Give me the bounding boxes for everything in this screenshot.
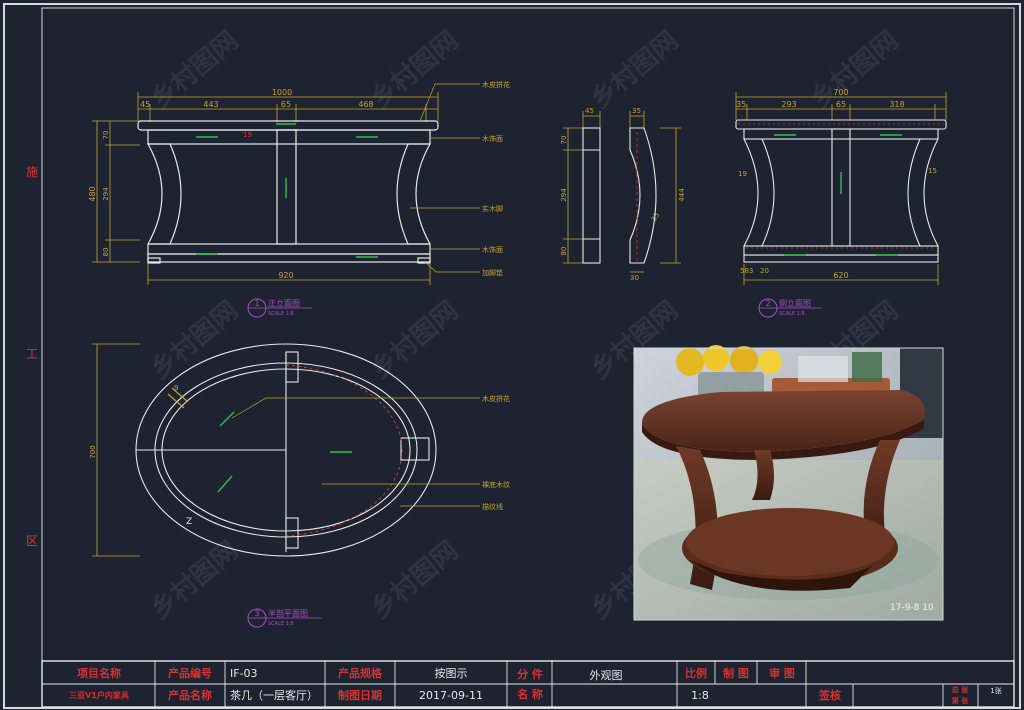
side-margin-labels: 施 工 区 [26, 165, 38, 548]
tb-spec-value: 按图示 [435, 666, 468, 680]
watermark-text: 乡村图网 [365, 26, 464, 116]
tb-spec-label: 产品规格 [338, 666, 383, 680]
front-dim-left-span: 443 [203, 100, 218, 109]
section-detail-view: 45 35 70 294 80 444 30 35 [560, 107, 686, 282]
tb-product-name-label: 产品名称 [168, 688, 212, 702]
plan-view-number: 3 [254, 609, 259, 618]
section-dim-mid: 294 [560, 188, 568, 202]
tb-part-label-2: 名 称 [517, 687, 543, 701]
tb-scale-value: 1:8 [691, 689, 709, 702]
side-view-title: 侧立面图 [779, 298, 811, 308]
tb-sign-label: 签核 [818, 688, 841, 702]
side-view-number: 2 [765, 299, 770, 308]
front-dim-top-band: 70 [102, 131, 110, 140]
front-elevation-view: 1000 45 443 65 468 480 70 294 80 19 920 … [88, 80, 510, 318]
photo-timestamp: 17-9-8 10 [890, 603, 934, 613]
tb-part-value: 外观图 [590, 669, 623, 682]
side-label-2: 工 [26, 347, 38, 361]
front-note-foot-pad: 加脚垫 [482, 268, 503, 277]
tb-project-name-value: 三亚V1户内家具 [69, 690, 129, 700]
watermark-text: 乡村图网 [365, 536, 464, 626]
side-dim-center: 65 [836, 100, 846, 109]
side-dim-total-width: 700 [833, 88, 848, 97]
watermark-text: 乡村图网 [145, 536, 244, 626]
tb-sheet-label-2: 第 张 [952, 696, 969, 705]
tb-product-name-value: 茶几（一层客厅） [230, 688, 318, 702]
front-note-solid-leg: 实木脚 [482, 204, 503, 213]
front-dim-total-width: 1000 [272, 88, 292, 97]
front-note-veneer: 木皮拼花 [482, 80, 510, 89]
front-dim-center: 65 [281, 100, 291, 109]
watermark-text: 乡村图网 [585, 26, 684, 116]
plan-note-grain: 裸底木纹 [482, 480, 510, 489]
side-dim-bottom-a: 583 [740, 267, 753, 275]
section-dim-right: 444 [678, 188, 686, 202]
tb-sheet-label-1: 总 张 [952, 685, 969, 694]
watermark-text: 乡村图网 [365, 296, 464, 386]
plan-note-line: 描纹线 [482, 502, 503, 511]
tb-date-value: 2017-09-11 [419, 689, 483, 702]
front-view-title: 正立面图 [268, 298, 300, 308]
front-view-scale: SCALE 1:8 [268, 311, 294, 317]
tb-product-code-value: IF-03 [230, 667, 258, 680]
plan-corner-mark: Z [186, 517, 192, 527]
side-label-1: 施 [26, 165, 38, 179]
front-dim-right-span: 468 [358, 100, 373, 109]
title-block: 项目名称 三亚V1户内家具 产品编号 IF-03 产品名称 茶几（一层客厅） 产… [41, 660, 1015, 708]
plan-view-title: 半剖平面图 [268, 608, 308, 618]
plan-dim-height: 700 [89, 445, 97, 458]
front-dim-bottom-band: 80 [102, 248, 110, 257]
tb-date-label: 制图日期 [338, 688, 382, 702]
front-dim-height: 480 [88, 186, 97, 201]
watermark-text: 乡村图网 [145, 26, 244, 116]
front-dim-edge: 45 [140, 100, 150, 109]
tb-part-label-1: 分 件 [517, 667, 543, 681]
section-dim-a: 45 [585, 107, 594, 115]
front-view-number: 1 [254, 299, 259, 308]
tb-drawn-label: 制 图 [723, 666, 749, 680]
side-dim-left-span: 293 [781, 100, 796, 109]
product-photo: 17-9-8 10 [633, 345, 944, 621]
cad-drawing-sheet: 施 工 区 乡村图网 乡村图网 乡村图网 乡村图网 乡村图网 乡村图网 乡村图网… [3, 3, 1021, 709]
side-dim-edge: 35 [736, 100, 746, 109]
front-dim-leg: 294 [102, 187, 110, 201]
side-dim-right-offset: 15 [928, 167, 937, 175]
section-dim-low: 80 [560, 247, 568, 256]
side-dim-left-offset: 19 [738, 170, 747, 178]
side-dim-bottom-b: 20 [760, 267, 769, 275]
side-dim-bottom-total: 620 [833, 271, 848, 280]
tb-scale-label: 比例 [685, 666, 707, 680]
side-elevation-view: 700 35 293 65 318 19 15 583 20 620 2 侧立面… [735, 88, 947, 318]
plan-view: 700 9 Z 木皮拼花 裸底木纹 描纹线 3 半剖平面图 SCALE 1:8 [89, 343, 510, 628]
plan-note-veneer: 木皮拼花 [482, 394, 510, 403]
tb-project-name-label: 项目名称 [77, 666, 121, 680]
section-dim-bottom: 30 [630, 274, 639, 282]
side-view-scale: SCALE 1:8 [779, 311, 805, 317]
section-dim-top: 70 [560, 136, 568, 145]
plan-view-scale: SCALE 1:8 [268, 621, 294, 627]
front-dim-bottom: 920 [278, 271, 293, 280]
tb-review-label: 审 图 [769, 666, 795, 680]
tb-product-code-label: 产品编号 [168, 666, 212, 680]
front-note-wood-face-2: 木饰面 [482, 245, 503, 254]
section-dim-b: 35 [632, 107, 641, 115]
side-dim-right-span: 318 [889, 100, 904, 109]
front-note-wood-face: 木饰面 [482, 134, 503, 143]
front-dim-misc: 19 [243, 131, 252, 139]
tb-sheet-value: 1张 [990, 686, 1001, 695]
plan-dim-corner: 9 [174, 384, 178, 392]
side-label-3: 区 [26, 534, 38, 548]
